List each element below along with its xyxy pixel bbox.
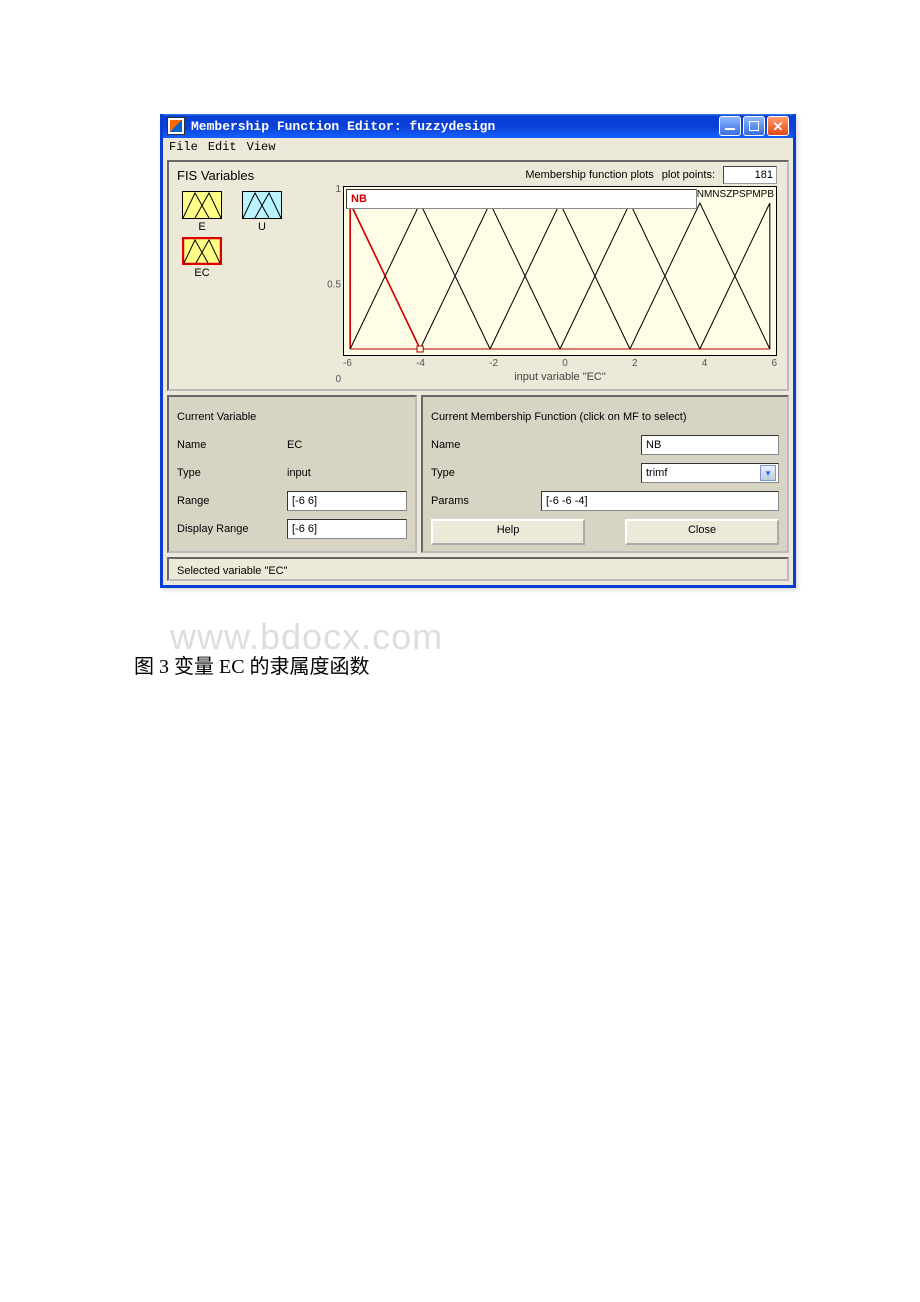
- menu-view[interactable]: View: [247, 140, 276, 154]
- mf-series-labels: NB NM NS Z PS PM PB: [344, 189, 776, 209]
- cv-drange-label: Display Range: [177, 523, 287, 535]
- menu-edit[interactable]: Edit: [208, 140, 237, 154]
- y-axis-ticks: 1 0.5 0: [321, 186, 341, 383]
- x-axis-ticks: -6 -4 -2 0 2 4 6: [343, 356, 777, 369]
- statusbar: Selected variable "EC": [167, 557, 789, 581]
- mf-type-select[interactable]: trimf ▾: [641, 463, 779, 483]
- plot-xlabel: input variable "EC": [343, 371, 777, 383]
- fis-var-EC[interactable]: EC: [182, 237, 222, 279]
- figure-caption: 图 3 变量 EC 的隶属度函数: [134, 650, 370, 679]
- titlebar[interactable]: Membership Function Editor: fuzzydesign …: [163, 114, 793, 138]
- cv-name-label: Name: [177, 439, 287, 451]
- fis-variables-panel: FIS Variables E: [169, 162, 321, 389]
- menubar: File Edit View: [163, 138, 793, 156]
- plot-points-label: plot points:: [662, 169, 715, 181]
- fis-variables-heading: FIS Variables: [177, 168, 317, 183]
- minimize-icon: [725, 128, 735, 130]
- window-title: Membership Function Editor: fuzzydesign: [191, 119, 717, 134]
- mf-params-label: Params: [431, 495, 541, 507]
- fis-var-EC-label: EC: [182, 267, 222, 279]
- cv-drange-input[interactable]: [-6 6]: [287, 519, 407, 539]
- close-button-panel[interactable]: Close: [625, 519, 779, 545]
- fis-var-E[interactable]: E: [182, 191, 222, 233]
- cv-name-value: EC: [287, 439, 302, 451]
- close-icon: ✕: [773, 120, 784, 133]
- mf-type-label: Type: [431, 467, 541, 479]
- mf-params-input[interactable]: [-6 -6 -4]: [541, 491, 779, 511]
- current-mf-panel: Current Membership Function (click on MF…: [421, 395, 789, 553]
- status-text: Selected variable "EC": [177, 565, 288, 577]
- menu-file[interactable]: File: [169, 140, 198, 154]
- fis-var-U-label: U: [242, 221, 282, 233]
- plot-panel: Membership function plots plot points: 1…: [321, 162, 787, 389]
- current-mf-heading: Current Membership Function (click on MF…: [431, 411, 687, 423]
- current-variable-heading: Current Variable: [177, 411, 256, 423]
- cv-range-label: Range: [177, 495, 287, 507]
- fis-var-E-label: E: [182, 221, 222, 233]
- trapezoid-output-icon: [242, 191, 282, 219]
- mf-name-label: Name: [431, 439, 541, 451]
- chevron-down-icon: ▾: [760, 465, 776, 481]
- help-button[interactable]: Help: [431, 519, 585, 545]
- cv-type-value: input: [287, 467, 311, 479]
- lower-panels: Current Variable Name EC Type input Rang…: [167, 395, 789, 553]
- matlab-app-icon: [167, 117, 185, 135]
- cv-type-label: Type: [177, 467, 287, 479]
- maximize-button[interactable]: [743, 116, 765, 136]
- minimize-button[interactable]: [719, 116, 741, 136]
- trapezoid-input-selected-icon: [182, 237, 222, 265]
- current-variable-panel: Current Variable Name EC Type input Rang…: [167, 395, 417, 553]
- fis-var-U[interactable]: U: [242, 191, 282, 233]
- mf-name-input[interactable]: NB: [641, 435, 779, 455]
- membership-function-editor-window: Membership Function Editor: fuzzydesign …: [160, 114, 796, 588]
- trapezoid-input-icon: [182, 191, 222, 219]
- mf-chart-svg: [344, 187, 776, 355]
- upper-panel: FIS Variables E: [167, 160, 789, 391]
- cv-range-input[interactable]: [-6 6]: [287, 491, 407, 511]
- close-button[interactable]: ✕: [767, 116, 789, 136]
- plot-points-input[interactable]: 181: [723, 166, 777, 184]
- plot-header-label: Membership function plots: [525, 169, 653, 181]
- maximize-icon: [749, 121, 759, 131]
- membership-function-plot[interactable]: NB NM NS Z PS PM PB: [343, 186, 777, 356]
